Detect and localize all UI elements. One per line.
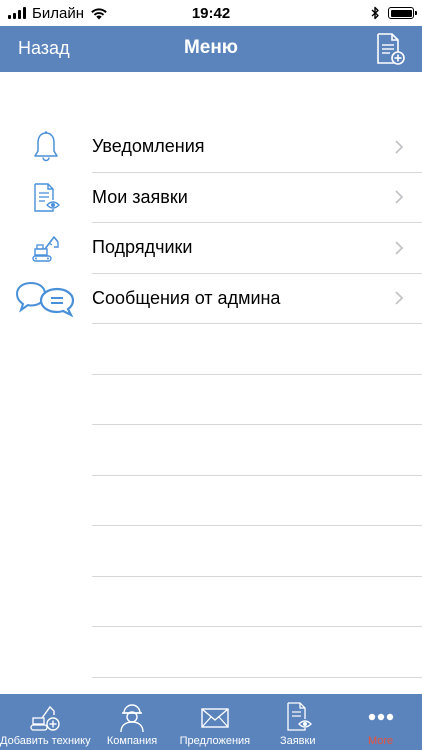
status-time: 19:42 bbox=[191, 4, 231, 22]
tab-add-equipment[interactable]: Добавить технику bbox=[0, 694, 91, 750]
tab-label: Заявки bbox=[279, 735, 316, 747]
menu-item-label: Мои заявки bbox=[92, 186, 188, 207]
tab-label: Добавить технику bbox=[0, 735, 91, 747]
chevron-right-icon bbox=[395, 291, 404, 305]
tab-more[interactable]: More bbox=[339, 694, 422, 750]
navigation-bar: Назад Меню bbox=[0, 26, 422, 72]
empty-row bbox=[92, 577, 422, 627]
menu-item-admin-messages[interactable]: Сообщения от админа bbox=[0, 274, 422, 324]
envelope-icon bbox=[201, 708, 229, 728]
excavator-add-icon bbox=[30, 705, 61, 731]
wifi-icon bbox=[91, 7, 107, 19]
tab-company[interactable]: Компания bbox=[91, 694, 174, 750]
status-left: Билайн bbox=[8, 5, 108, 22]
tab-label: Предложения bbox=[179, 735, 251, 747]
status-right bbox=[371, 6, 417, 20]
chat-bubbles-icon bbox=[15, 281, 75, 317]
document-add-icon[interactable] bbox=[374, 32, 406, 66]
signal-icon bbox=[8, 7, 26, 19]
empty-row bbox=[92, 627, 422, 678]
document-eye-icon bbox=[34, 183, 60, 212]
tab-requests[interactable]: Заявки bbox=[256, 694, 339, 750]
tab-bar: Добавить технику Компания Предложения За… bbox=[0, 694, 422, 750]
document-eye-icon bbox=[287, 702, 312, 731]
chevron-right-icon bbox=[395, 190, 404, 204]
empty-row bbox=[92, 526, 422, 577]
bell-icon bbox=[34, 131, 58, 162]
menu-list: Уведомления Мои заявки Подрядчики Сообще… bbox=[0, 122, 422, 678]
worker-icon bbox=[120, 704, 144, 733]
menu-item-label: Подрядчики bbox=[92, 237, 193, 258]
battery-icon bbox=[388, 7, 417, 19]
empty-row bbox=[92, 375, 422, 425]
menu-item-my-requests[interactable]: Мои заявки bbox=[0, 173, 422, 223]
status-bar: Билайн 19:42 bbox=[0, 0, 422, 26]
empty-row bbox=[92, 476, 422, 526]
empty-row bbox=[92, 425, 422, 476]
menu-item-label: Уведомления bbox=[92, 136, 205, 157]
menu-item-contractors[interactable]: Подрядчики bbox=[0, 223, 422, 274]
excavator-icon bbox=[32, 236, 59, 262]
chevron-right-icon bbox=[395, 241, 404, 255]
bluetooth-icon bbox=[371, 6, 379, 20]
tab-label: More bbox=[368, 735, 394, 747]
tab-offers[interactable]: Предложения bbox=[173, 694, 256, 750]
more-dots-icon bbox=[368, 713, 393, 721]
tab-label: Компания bbox=[106, 735, 158, 747]
empty-row bbox=[92, 324, 422, 375]
carrier-name: Билайн bbox=[32, 4, 84, 22]
page-title: Меню bbox=[183, 37, 239, 58]
menu-item-notifications[interactable]: Уведомления bbox=[0, 122, 422, 173]
chevron-right-icon bbox=[395, 140, 404, 154]
menu-item-label: Сообщения от админа bbox=[92, 287, 281, 308]
